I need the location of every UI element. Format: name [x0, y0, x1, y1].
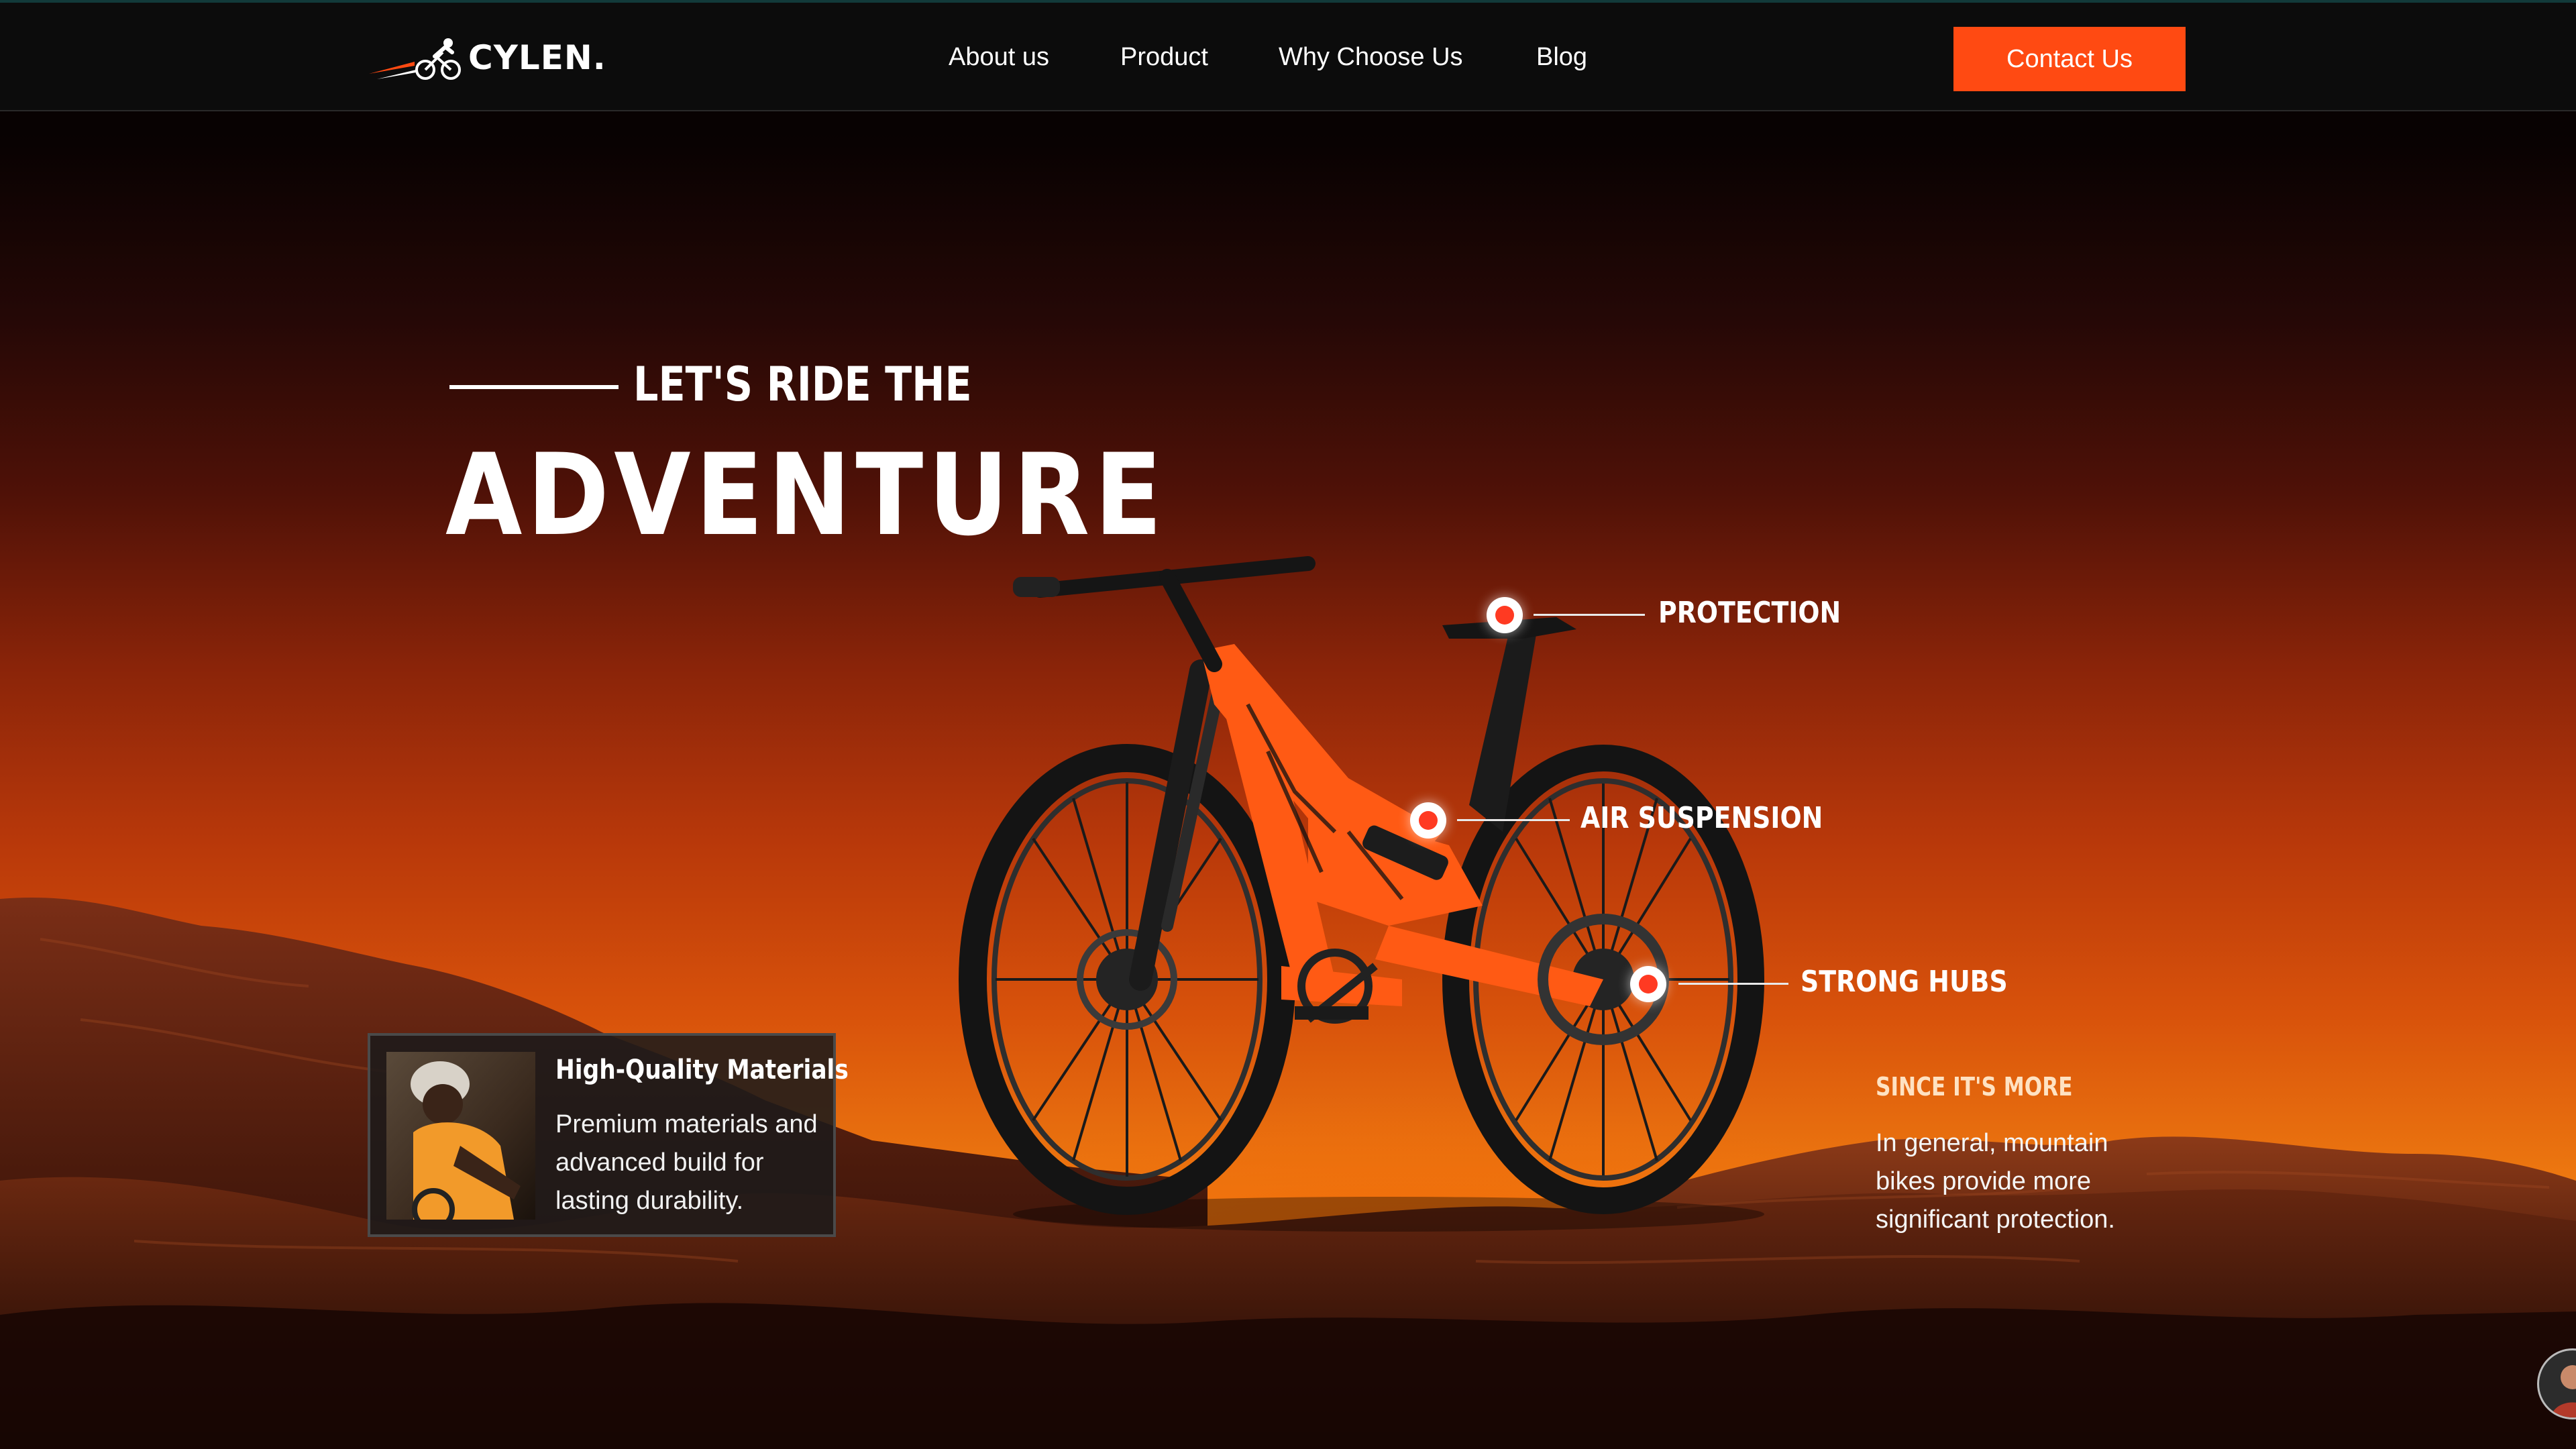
nav-why-choose-us[interactable]: Why Choose Us: [1279, 43, 1463, 72]
eyebrow-divider: [449, 385, 619, 389]
leader-air-suspension: [1457, 819, 1570, 821]
cyclist-logo-icon: [369, 38, 461, 80]
feature-protection-label: PROTECTION: [1658, 596, 1841, 630]
leader-strong-hubs: [1678, 983, 1788, 985]
feature-air-suspension-label: AIR SUSPENSION: [1580, 801, 1823, 835]
nav-blog[interactable]: Blog: [1536, 43, 1587, 72]
card-description: Premium materials and advanced build for…: [555, 1110, 818, 1215]
brand-logo[interactable]: CYLEN.: [368, 32, 606, 83]
mountain-bike-image: [959, 556, 1764, 1232]
brand-name: CYLEN.: [468, 38, 606, 77]
since-title: SINCE IT'S MORE: [1876, 1072, 2073, 1102]
nav-product[interactable]: Product: [1120, 43, 1208, 72]
cyclist-photo: [386, 1052, 535, 1220]
feature-strong-hubs-label: STRONG HUBS: [1801, 965, 2008, 999]
leader-protection: [1534, 614, 1645, 616]
top-navbar: CYLEN. About us Product Why Choose Us Bl…: [0, 0, 2576, 111]
hotspot-strong-hubs[interactable]: [1630, 966, 1666, 1002]
contact-us-button[interactable]: Contact Us: [1953, 27, 2186, 91]
hero-eyebrow: LET'S RIDE THE: [633, 357, 972, 412]
hero-title: ADVENTURE: [445, 429, 1167, 561]
feature-card: High-Quality Materials Premium materials…: [368, 1033, 849, 1237]
hotspot-air-suspension[interactable]: [1410, 802, 1446, 839]
since-description: In general, mountain bikes provide more …: [1876, 1129, 2115, 1234]
hotspot-protection[interactable]: [1487, 597, 1523, 633]
front-wheel: [959, 744, 1295, 1215]
card-title: High-Quality Materials: [555, 1055, 849, 1085]
nav-about-us[interactable]: About us: [949, 43, 1049, 72]
